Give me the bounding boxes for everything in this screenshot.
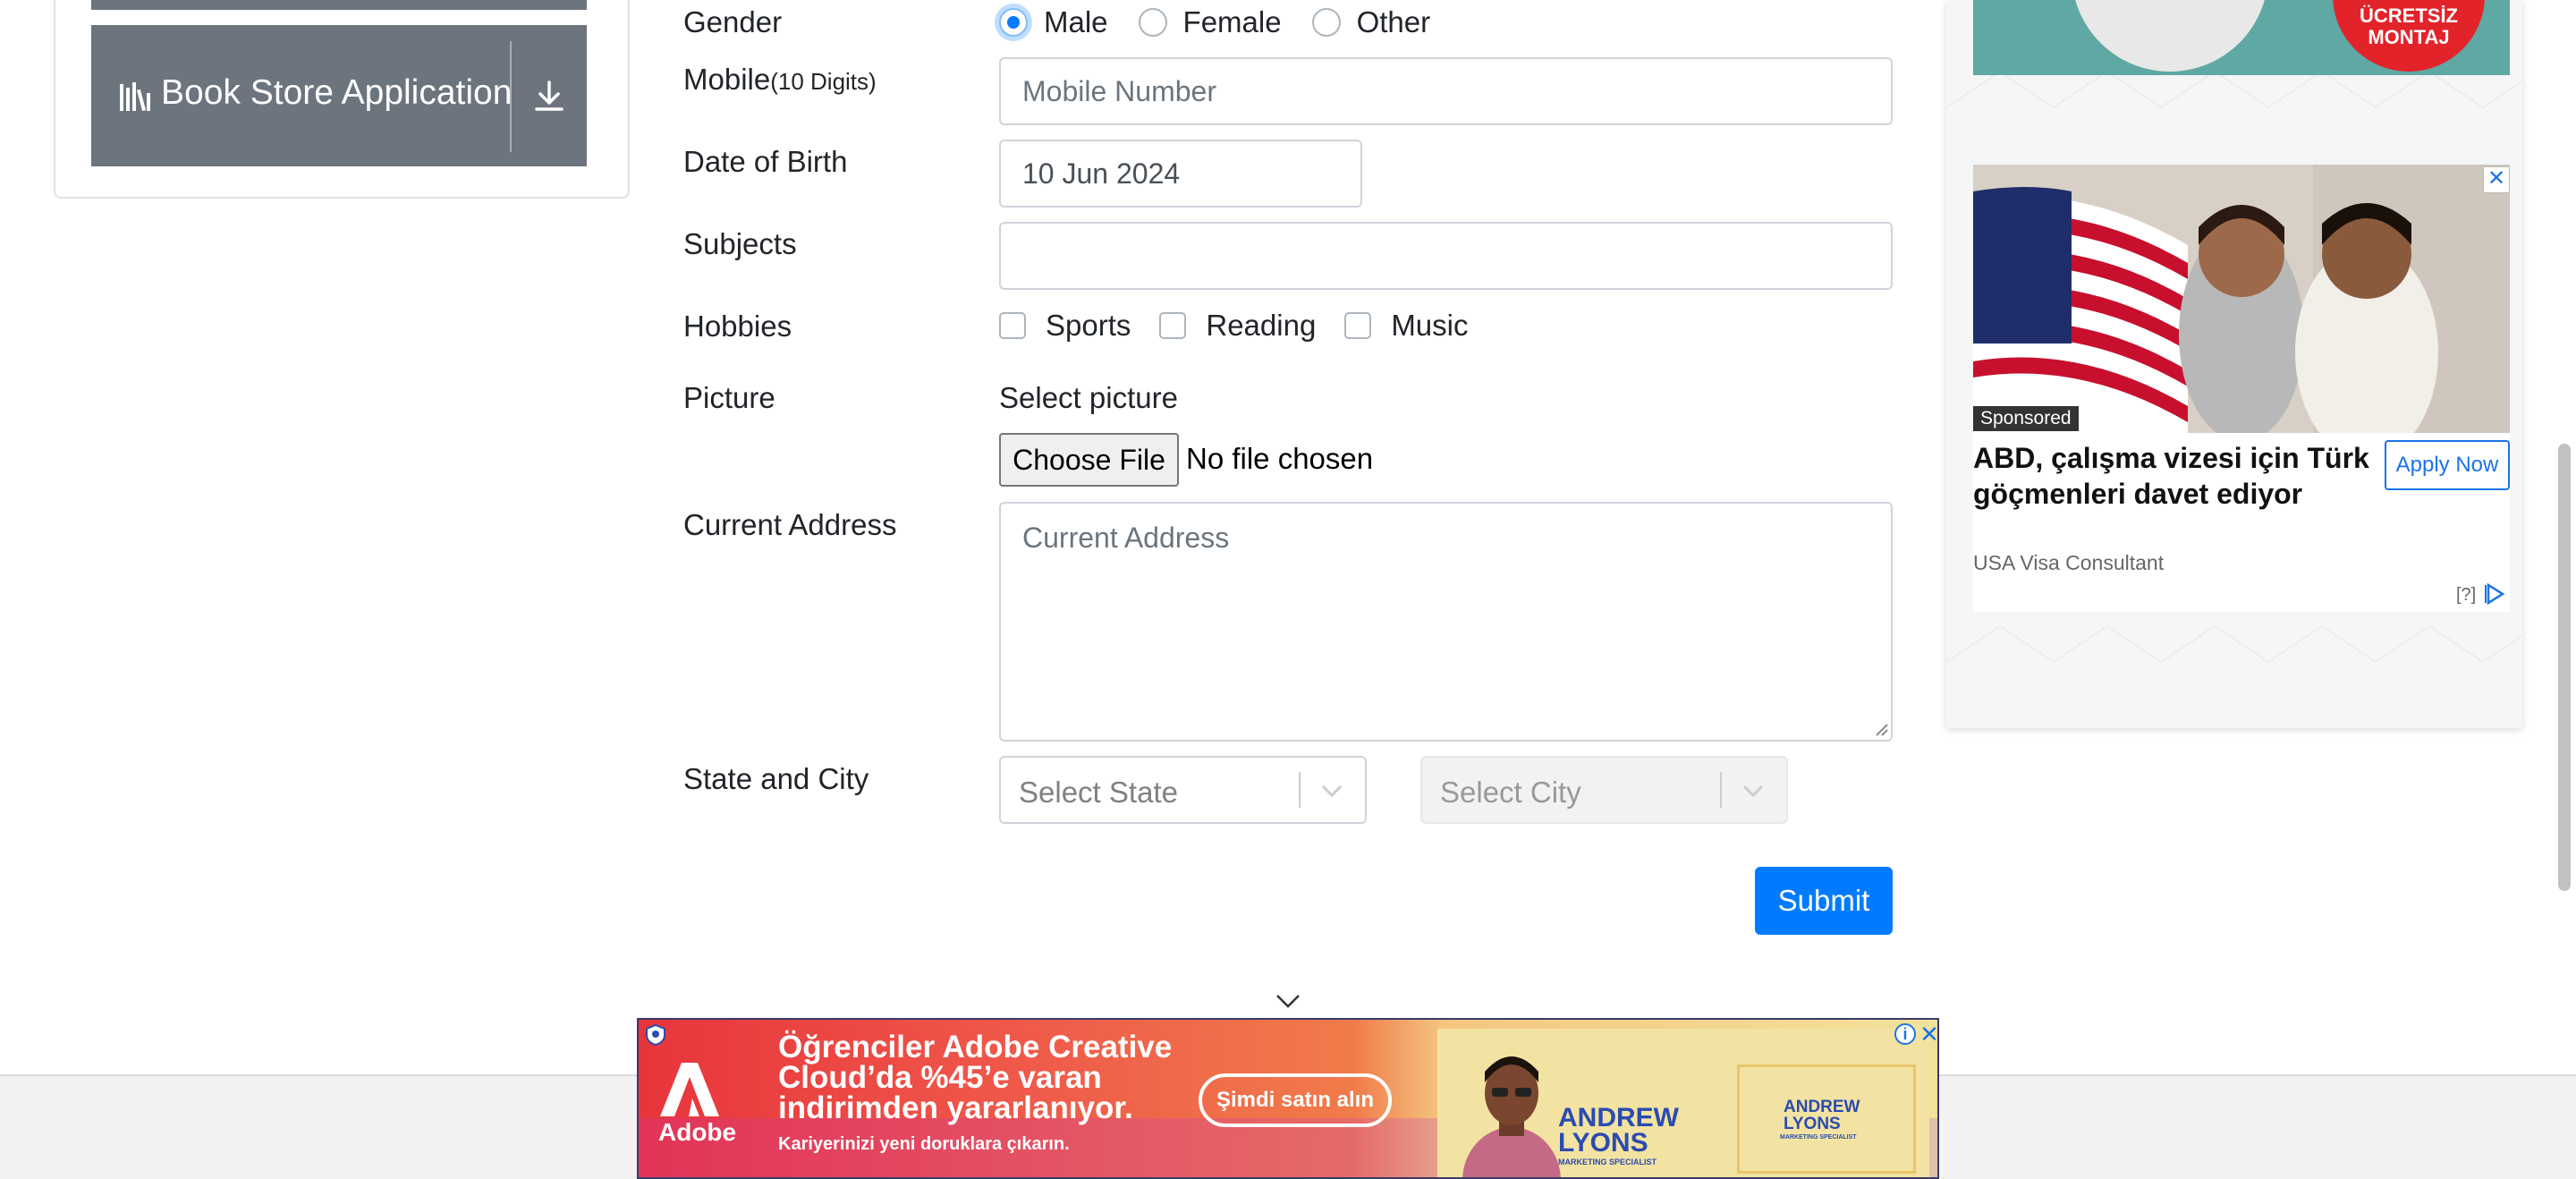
chevron-down-icon[interactable] — [1275, 993, 1301, 1009]
ad-person-name: ANDREW LYONS — [1558, 1103, 1679, 1158]
chevron-down-icon[interactable] — [1741, 781, 1765, 801]
bottom-ad-headline: Öğrenciler Adobe Creative Cloud’da %45’e… — [778, 1030, 1173, 1125]
right-ad-column: ÜCRETSİZ MONTAJ ✕ Sponsored ABD, çalışma… — [1946, 0, 2522, 728]
divider — [510, 41, 512, 152]
adchoices-icon[interactable] — [2485, 583, 2506, 605]
state-placeholder: Select State — [1019, 776, 1178, 809]
hobby-option-sports[interactable]: Sports — [999, 309, 1131, 343]
hobbies-checkbox-group: Sports Reading Music — [999, 306, 1499, 345]
music-checkbox[interactable] — [1344, 312, 1372, 339]
female-label[interactable]: Female — [1183, 5, 1282, 39]
flag-couple-image — [1973, 165, 2510, 433]
dob-label: Date of Birth — [683, 145, 848, 178]
current-address-textarea[interactable] — [999, 502, 1893, 742]
ad-headline[interactable]: ABD, çalışma vizesi için Türk göçmenleri… — [1973, 440, 2376, 512]
ad-banner-top[interactable]: ÜCRETSİZ MONTAJ — [1973, 0, 2510, 75]
select-separator — [1720, 772, 1722, 808]
subjects-label: Subjects — [683, 227, 797, 260]
ad-info-link[interactable]: [?] — [2456, 585, 2476, 606]
choose-file-button[interactable]: Choose File — [999, 433, 1179, 487]
promo-badge-text: ÜCRETSİZ MONTAJ — [2360, 4, 2458, 48]
subjects-input[interactable] — [999, 222, 1893, 290]
adobe-brand: Adobe — [658, 1118, 737, 1146]
state-city-label: State and City — [683, 762, 869, 795]
select-separator — [1299, 772, 1301, 808]
sports-label[interactable]: Sports — [1046, 309, 1131, 343]
ad-card-name: ANDREW LYONS — [1784, 1098, 1860, 1133]
bottom-ad-banner[interactable]: Adobe Öğrenciler Adobe Creative Cloud’da… — [637, 1018, 1939, 1179]
gender-option-female[interactable]: Female — [1138, 5, 1282, 39]
buy-now-button[interactable]: Şimdi satın alın — [1199, 1073, 1392, 1127]
mobile-label: Mobile(10 Digits) — [683, 63, 877, 97]
city-select[interactable]: Select City — [1420, 756, 1788, 824]
scrollbar-thumb[interactable] — [2558, 444, 2571, 891]
close-ad-icon[interactable]: ✕ — [1919, 1022, 1937, 1046]
mobile-input[interactable]: Mobile Number — [999, 57, 1893, 125]
hobby-option-music[interactable]: Music — [1344, 309, 1469, 343]
ad-info-icon[interactable]: i — [1894, 1023, 1916, 1045]
file-status: No file chosen — [1186, 442, 1374, 475]
books-icon — [120, 82, 150, 112]
other-radio[interactable] — [1311, 8, 1341, 37]
female-radio[interactable] — [1138, 8, 1167, 37]
ad-photo — [1973, 165, 2510, 433]
male-label[interactable]: Male — [1044, 5, 1108, 39]
sponsored-badge: Sponsored — [1973, 406, 2079, 431]
reading-label[interactable]: Reading — [1206, 309, 1316, 343]
picture-label: Picture — [683, 381, 775, 414]
dob-input[interactable]: 10 Jun 2024 — [999, 140, 1362, 208]
advertiser-name: USA Visa Consultant — [1973, 551, 2165, 574]
person-image — [1462, 1056, 1561, 1177]
gender-option-male[interactable]: Male — [999, 5, 1108, 39]
sidebar-item-previous[interactable] — [91, 0, 587, 10]
bottom-ad-subline: Kariyerinizi yeni doruklara çıkarın. — [778, 1134, 1070, 1154]
city-placeholder: Select City — [1440, 776, 1581, 809]
sports-checkbox[interactable] — [999, 312, 1026, 339]
submit-button[interactable]: Submit — [1755, 867, 1893, 935]
promo-badge: ÜCRETSİZ MONTAJ — [2333, 0, 2485, 72]
gender-label: Gender — [683, 5, 783, 38]
ad-person-role: MARKETING SPECIALIST — [1558, 1158, 1657, 1166]
ad-card-role: MARKETING SPECIALIST — [1780, 1134, 1857, 1141]
download-icon[interactable] — [530, 77, 569, 116]
current-address-label: Current Address — [683, 508, 897, 541]
reading-checkbox[interactable] — [1159, 312, 1187, 339]
resize-handle-icon[interactable] — [1873, 721, 1889, 737]
state-select[interactable]: Select State — [999, 756, 1367, 824]
music-label[interactable]: Music — [1391, 309, 1468, 343]
close-ad-icon[interactable]: ✕ — [2483, 166, 2510, 193]
gender-radio-group: Male Female Other — [999, 4, 1461, 41]
male-radio[interactable] — [999, 8, 1028, 37]
sidebar-item-book-store[interactable]: Book Store Application — [91, 25, 587, 166]
ad-card-visa[interactable]: ✕ Sponsored ABD, çalışma vizesi için Tür… — [1973, 165, 2510, 612]
chevron-down-icon[interactable] — [1320, 781, 1343, 801]
select-picture-label: Select picture — [999, 381, 1178, 414]
hobbies-label: Hobbies — [683, 310, 792, 343]
apply-now-button[interactable]: Apply Now — [2385, 440, 2510, 490]
other-label[interactable]: Other — [1357, 5, 1431, 39]
shield-icon — [646, 1023, 665, 1047]
sidebar-item-label: Book Store Application — [161, 73, 513, 112]
hobby-option-reading[interactable]: Reading — [1159, 309, 1316, 343]
gender-option-other[interactable]: Other — [1311, 5, 1431, 39]
mobile-hint: (10 Digits) — [770, 68, 877, 95]
product-image — [2072, 0, 2268, 72]
mobile-label-text: Mobile — [683, 63, 771, 96]
